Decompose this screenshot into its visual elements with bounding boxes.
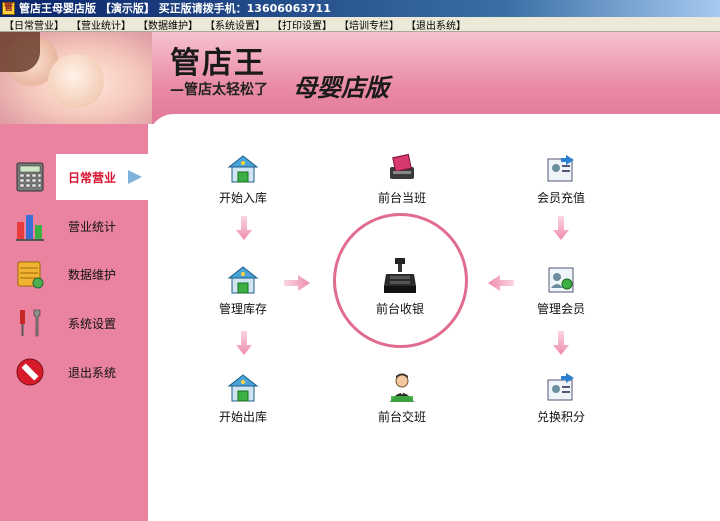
member-recharge-button[interactable]: 会员充值 [521, 153, 601, 206]
database-icon [17, 261, 44, 289]
bar-chart-icon [16, 215, 44, 241]
manage-members-button[interactable]: 管理会员 [521, 264, 601, 317]
sidebar-item-label: 退出系统 [68, 365, 117, 380]
menu-bar: 【日常营业】 【营业统计】 【数据维护】 【系统设置】 【打印设置】 【培训专栏… [0, 17, 720, 32]
person-icon [390, 373, 414, 402]
menu-system-settings[interactable]: 【系统设置】 [205, 17, 265, 32]
mother-baby-photo [0, 32, 152, 124]
sidebar-item-label: 营业统计 [68, 219, 117, 234]
title-bar: 管 管店王母婴店版 【演示版】 买正版请拨手机：13606063711 [0, 0, 720, 17]
redeem-points-button[interactable]: 兑换积分 [521, 372, 601, 425]
member-recharge-label: 会员充值 [536, 191, 585, 205]
manage-stock-button[interactable]: 管理库存 [203, 264, 283, 317]
shift-handover-button[interactable]: 前台交班 [362, 372, 442, 425]
member-card-out-icon [547, 373, 574, 401]
warehouse-icon [227, 374, 259, 402]
stock-out-button[interactable]: 开始出库 [203, 372, 283, 425]
sidebar-item-daily-business[interactable]: 日常营业 [0, 154, 148, 200]
brand-logo: 管店王 [170, 46, 266, 81]
manage-stock-label: 管理库存 [218, 302, 267, 316]
menu-print-settings[interactable]: 【打印设置】 [272, 17, 332, 32]
member-card-in-icon [547, 155, 574, 182]
app-icon: 管 [2, 2, 15, 15]
menu-training[interactable]: 【培训专栏】 [339, 17, 399, 32]
shift-start-label: 前台当班 [377, 191, 426, 205]
sidebar-item-system-settings[interactable]: 系统设置 [0, 300, 148, 346]
sidebar-item-exit[interactable]: 退出系统 [0, 349, 148, 395]
stock-in-button[interactable]: 开始入库 [203, 153, 283, 206]
member-card-icon [548, 267, 574, 293]
window-title: 管店王母婴店版 【演示版】 买正版请拨手机：13606063711 [19, 2, 331, 15]
menu-data-maintenance[interactable]: 【数据维护】 [138, 17, 198, 32]
sidebar-item-label: 日常营业 [68, 170, 117, 185]
brand-slogan: —管店太轻松了 [170, 82, 268, 98]
manage-members-label: 管理会员 [536, 302, 585, 316]
header-banner: 管店王 —管店太轻松了 母婴店版 [0, 32, 720, 124]
sidebar-item-data-maintenance[interactable]: 数据维护 [0, 251, 148, 297]
card-reader-icon [390, 153, 414, 179]
cashier-label: 前台收银 [375, 302, 424, 316]
warehouse-icon [227, 266, 259, 294]
no-entry-icon [16, 358, 44, 386]
shift-start-button[interactable]: 前台当班 [362, 153, 442, 206]
stock-in-label: 开始入库 [218, 191, 267, 205]
cashier-button[interactable]: 前台收银 [360, 256, 440, 317]
brand-edition: 母婴店版 [293, 74, 389, 102]
menu-daily-business[interactable]: 【日常营业】 [4, 17, 64, 32]
sidebar-item-label: 数据维护 [68, 267, 117, 282]
sidebar-item-statistics[interactable]: 营业统计 [0, 203, 148, 249]
menu-exit[interactable]: 【退出系统】 [406, 17, 466, 32]
sidebar-item-label: 系统设置 [68, 316, 117, 331]
cash-register-icon [384, 258, 416, 293]
stock-out-label: 开始出库 [218, 410, 267, 424]
menu-statistics[interactable]: 【营业统计】 [71, 17, 131, 32]
tools-icon [20, 309, 41, 337]
active-arrow-icon [128, 170, 142, 184]
warehouse-icon [227, 155, 259, 183]
shift-handover-label: 前台交班 [377, 410, 426, 424]
redeem-points-label: 兑换积分 [536, 410, 585, 424]
sidebar: 日常营业 营业统计 数据维护 系统设置 退出系统 [0, 124, 148, 521]
calculator-icon [16, 162, 44, 192]
